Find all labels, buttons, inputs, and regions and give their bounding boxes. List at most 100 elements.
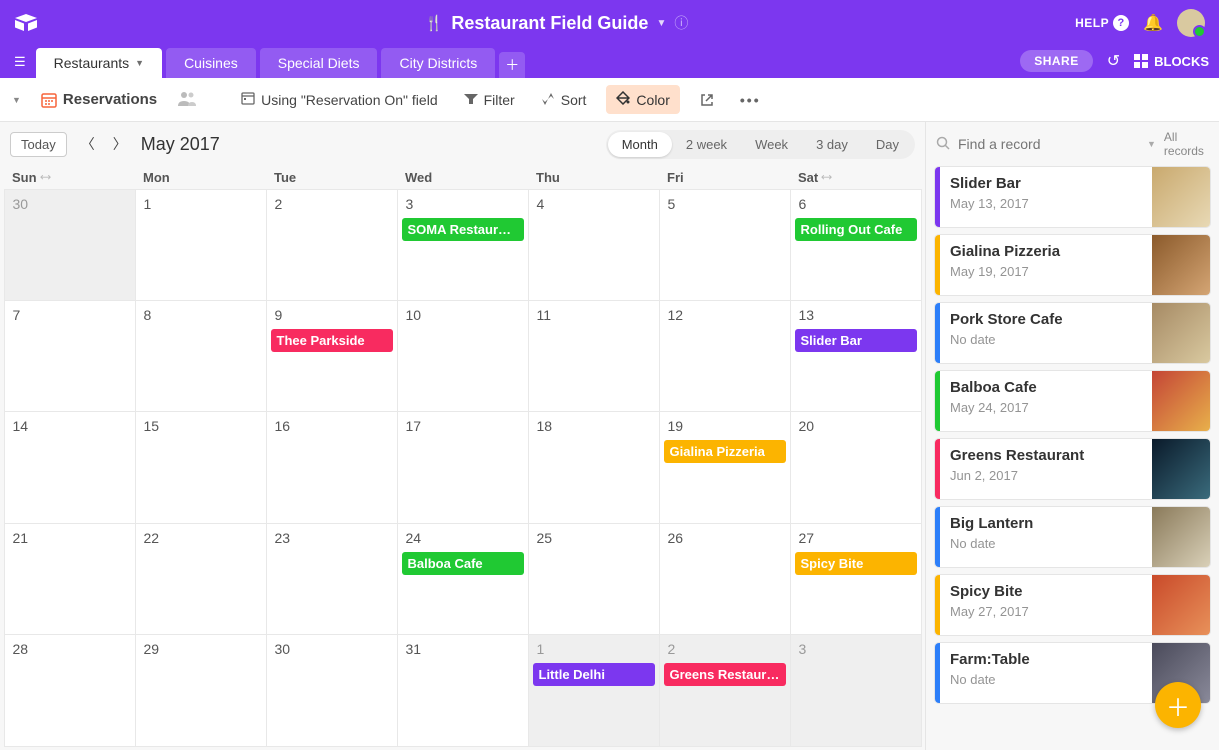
record-card[interactable]: Slider BarMay 13, 2017 (934, 166, 1211, 228)
calendar-event[interactable]: Slider Bar (795, 329, 917, 352)
bell-icon[interactable]: 🔔 (1143, 13, 1163, 33)
day-cell[interactable]: 30 (266, 634, 398, 746)
day-cell[interactable]: 29 (135, 634, 267, 746)
day-cell[interactable]: 26 (659, 523, 791, 635)
day-cell[interactable]: 1 (135, 189, 267, 301)
day-cell[interactable]: 16 (266, 411, 398, 523)
more-button[interactable]: ••• (734, 88, 767, 112)
card-subtitle: No date (950, 672, 1142, 687)
day-cell[interactable]: 10 (397, 300, 529, 412)
day-cell[interactable]: 27Spicy Bite (790, 523, 922, 635)
range-2-week[interactable]: 2 week (672, 132, 741, 157)
day-number: 8 (140, 305, 262, 325)
day-cell[interactable]: 2 (266, 189, 398, 301)
day-cell[interactable]: 3 (790, 634, 922, 746)
day-cell[interactable]: 15 (135, 411, 267, 523)
collapse-icon[interactable]: ⤢ (820, 171, 833, 184)
info-icon[interactable]: ⓘ (674, 13, 688, 33)
range-month[interactable]: Month (608, 132, 672, 157)
day-number: 6 (795, 194, 917, 214)
close-sidebar-icon[interactable]: ✕ (1212, 136, 1219, 153)
tab-special-diets[interactable]: Special Diets (260, 48, 378, 78)
calendar-event[interactable]: Gialina Pizzeria (664, 440, 786, 463)
logo-icon[interactable] (14, 13, 38, 33)
share-link-button[interactable] (694, 89, 720, 111)
avatar[interactable] (1177, 9, 1205, 37)
day-cell[interactable]: 31 (397, 634, 529, 746)
record-card[interactable]: Balboa CafeMay 24, 2017 (934, 370, 1211, 432)
today-button[interactable]: Today (10, 132, 67, 157)
day-cell[interactable]: 21 (4, 523, 136, 635)
calendar-grid: 30123SOMA Restauran...456Rolling Out Caf… (0, 189, 925, 750)
view-name[interactable]: Reservations (35, 87, 163, 112)
sort-button[interactable]: Sort (535, 88, 593, 112)
day-cell[interactable]: 11 (528, 300, 660, 412)
record-card[interactable]: Big LanternNo date (934, 506, 1211, 568)
day-number: 23 (271, 528, 393, 548)
record-card[interactable]: Greens RestaurantJun 2, 2017 (934, 438, 1211, 500)
calendar-event[interactable]: Thee Parkside (271, 329, 393, 352)
day-cell[interactable]: 30 (4, 189, 136, 301)
day-cell[interactable]: 13Slider Bar (790, 300, 922, 412)
collapse-icon[interactable]: ⤢ (38, 171, 51, 184)
day-cell[interactable]: 12 (659, 300, 791, 412)
hamburger-icon[interactable]: ☰ (10, 54, 36, 78)
record-card[interactable]: Gialina PizzeriaMay 19, 2017 (934, 234, 1211, 296)
prev-month-button[interactable]: 〈 (77, 132, 99, 156)
range-day[interactable]: Day (862, 132, 913, 157)
day-cell[interactable]: 14 (4, 411, 136, 523)
history-icon[interactable]: ↺ (1107, 51, 1120, 71)
day-cell[interactable]: 17 (397, 411, 529, 523)
base-title[interactable]: Restaurant Field Guide (451, 13, 648, 34)
day-cell[interactable]: 6 Rolling Out Cafe (790, 189, 922, 301)
range-3-day[interactable]: 3 day (802, 132, 862, 157)
day-number: 25 (533, 528, 655, 548)
day-cell[interactable]: 22 (135, 523, 267, 635)
title-caret-icon[interactable]: ▼ (656, 18, 666, 29)
calendar-event[interactable]: Greens Restaurant (664, 663, 786, 686)
day-cell[interactable]: 20 (790, 411, 922, 523)
filter-caret-icon[interactable]: ▼ (1147, 139, 1156, 149)
add-record-button[interactable]: ＋ (1155, 682, 1201, 728)
tab-city-districts[interactable]: City Districts (381, 48, 495, 78)
field-config[interactable]: Using "Reservation On" field (235, 87, 443, 112)
day-number: 17 (402, 416, 524, 436)
add-table-button[interactable]: ＋ (499, 52, 525, 78)
range-week[interactable]: Week (741, 132, 802, 157)
day-cell[interactable]: 4 (528, 189, 660, 301)
filter-button[interactable]: Filter (458, 88, 521, 112)
card-thumbnail (1152, 575, 1210, 635)
calendar-event[interactable]: Little Delhi (533, 663, 655, 686)
day-cell[interactable]: 24Balboa Cafe (397, 523, 529, 635)
day-cell[interactable]: 8 (135, 300, 267, 412)
calendar-event[interactable]: SOMA Restauran... (402, 218, 524, 241)
day-cell[interactable]: 3SOMA Restauran... (397, 189, 529, 301)
help-button[interactable]: HELP ? (1075, 15, 1129, 31)
next-month-button[interactable]: 〉 (109, 132, 131, 156)
share-view-icon[interactable] (177, 90, 197, 109)
day-cell[interactable]: 23 (266, 523, 398, 635)
day-cell[interactable]: 2Greens Restaurant (659, 634, 791, 746)
day-cell[interactable]: 19Gialina Pizzeria (659, 411, 791, 523)
blocks-button[interactable]: BLOCKS (1134, 54, 1209, 69)
search-input[interactable] (958, 136, 1139, 152)
share-button[interactable]: SHARE (1020, 50, 1093, 72)
record-card[interactable]: Pork Store CafeNo date (934, 302, 1211, 364)
day-cell[interactable]: 7 (4, 300, 136, 412)
day-cell[interactable]: 18 (528, 411, 660, 523)
day-number: 9 (271, 305, 393, 325)
day-cell[interactable]: 25 (528, 523, 660, 635)
color-button[interactable]: Color (606, 85, 679, 114)
day-cell[interactable]: 5 (659, 189, 791, 301)
record-card[interactable]: Spicy BiteMay 27, 2017 (934, 574, 1211, 636)
tab-cuisines[interactable]: Cuisines (166, 48, 256, 78)
all-records-label[interactable]: All records (1164, 130, 1204, 158)
calendar-event[interactable]: Rolling Out Cafe (795, 218, 917, 241)
tab-restaurants[interactable]: Restaurants▼ (36, 48, 162, 78)
calendar-event[interactable]: Balboa Cafe (402, 552, 524, 575)
day-cell[interactable]: 9 Thee Parkside (266, 300, 398, 412)
view-switcher-caret-icon[interactable]: ▼ (12, 95, 21, 105)
day-cell[interactable]: 1Little Delhi (528, 634, 660, 746)
day-cell[interactable]: 28 (4, 634, 136, 746)
calendar-event[interactable]: Spicy Bite (795, 552, 917, 575)
